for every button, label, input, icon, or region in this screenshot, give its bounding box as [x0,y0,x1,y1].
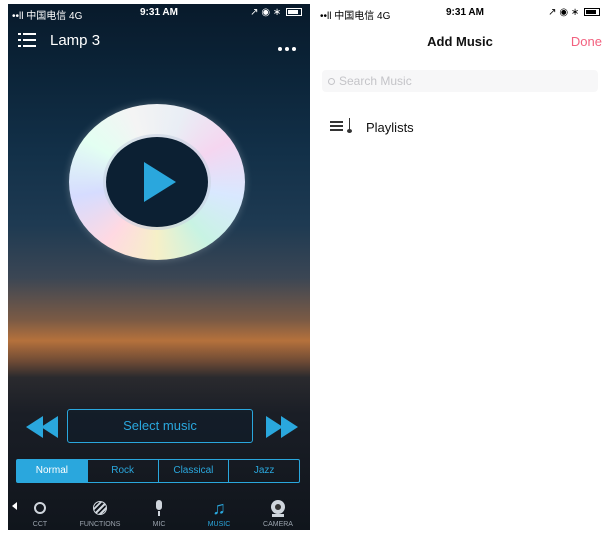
tab-camera[interactable]: CAMERA [248,498,308,528]
genre-normal[interactable]: Normal [17,460,87,482]
camera-icon [268,498,288,518]
tab-label: CCT [32,521,48,528]
tab-label: CAMERA [263,521,293,528]
status-icons: ↗ ◉ ∗ [250,7,302,18]
clock: 9:31 AM [140,7,178,18]
status-icons: ↗ ◉ ∗ [548,7,600,18]
carrier-label: ••ll 中国电信 4G [320,11,391,22]
status-glyphs: ↗ ◉ ∗ [548,7,580,18]
carrier-label: ••ll 中国电信 4G [12,11,83,22]
search-input[interactable]: Search Music [322,70,598,92]
cct-icon [30,498,50,518]
genre-classical[interactable]: Classical [157,460,229,482]
playlist-icon [330,118,352,136]
bottom-tab-bar: CCT FUNCTIONS MIC ♫ MUSIC CAMERA [8,496,310,530]
nav-bar: Lamp 3 [8,26,310,56]
select-music-button[interactable]: Select music [67,409,253,443]
tab-mic[interactable]: MIC [129,498,189,528]
add-music-screen: ••ll 中国电信 4G 9:31 AM ↗ ◉ ∗ Add Music Don… [316,4,604,530]
page-title: Lamp 3 [50,32,101,49]
tab-label: FUNCTIONS [79,521,121,528]
rewind-icon[interactable] [26,416,60,438]
tab-label: MUSIC [207,521,231,528]
list-item-label: Playlists [366,120,414,135]
search-icon [328,78,335,85]
header: Add Music Done [316,30,604,54]
list-item-playlists[interactable]: Playlists [316,112,604,142]
music-note-icon: ♫ [212,498,226,518]
more-options-icon[interactable] [275,38,296,56]
tab-cct[interactable]: CCT [10,498,70,528]
clock: 9:31 AM [446,7,484,18]
tab-music[interactable]: ♫ MUSIC [189,498,249,528]
fast-forward-icon[interactable] [264,416,298,438]
status-glyphs: ↗ ◉ ∗ [250,7,282,18]
battery-icon [584,8,600,17]
status-bar: ••ll 中国电信 4G 9:31 AM ↗ ◉ ∗ [8,4,310,22]
battery-icon [286,8,302,17]
play-icon[interactable] [144,162,176,202]
genre-jazz[interactable]: Jazz [228,460,299,482]
genre-rock[interactable]: Rock [86,460,158,482]
mic-icon [149,498,169,518]
search-placeholder: Search Music [339,74,412,88]
done-button[interactable]: Done [571,34,602,49]
lamp-music-screen: ••ll 中国电信 4G 9:31 AM ↗ ◉ ∗ Lamp 3 Select… [8,4,310,530]
genre-segmented-control: Normal Rock Classical Jazz [16,459,300,483]
tab-functions[interactable]: FUNCTIONS [70,498,130,528]
cd-disc [69,104,245,260]
status-bar: ••ll 中国电信 4G 9:31 AM ↗ ◉ ∗ [316,4,604,22]
menu-icon[interactable] [18,32,36,48]
page-title: Add Music [427,34,493,49]
disc-center [106,137,208,227]
tab-label: MIC [152,521,166,528]
functions-icon [90,498,110,518]
